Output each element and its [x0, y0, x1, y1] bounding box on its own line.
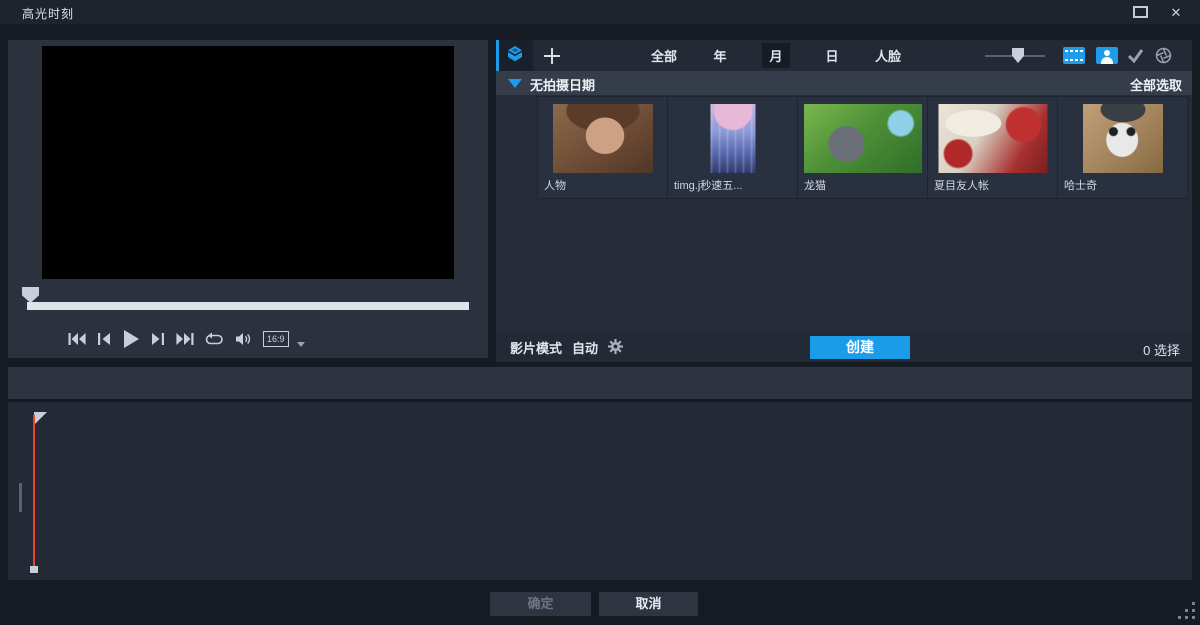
thumbnail-size-slider-handle[interactable] [1012, 48, 1024, 63]
skip-end-icon [176, 332, 194, 346]
next-frame-button[interactable] [151, 332, 165, 346]
timeline-area[interactable] [8, 402, 1192, 580]
create-button[interactable]: 创建 [810, 336, 910, 359]
thumbnail-image-husky [1083, 104, 1163, 173]
volume-icon [235, 332, 252, 346]
active-source-indicator [496, 40, 499, 71]
face-view-button[interactable] [1096, 47, 1118, 64]
library-footer: 影片模式 自动 创建 0 选择 [496, 333, 1192, 362]
timeline-marker-flag[interactable] [34, 412, 47, 425]
tab-face[interactable]: 人脸 [860, 40, 916, 71]
select-mode-button[interactable] [1127, 48, 1144, 63]
filmstrip-view-button[interactable] [1063, 47, 1085, 64]
skip-end-button[interactable] [176, 332, 194, 346]
aspect-ratio-button[interactable]: 16:9 [263, 331, 289, 347]
loop-button[interactable] [205, 332, 224, 347]
media-item-label: 夏目友人帐 [934, 177, 989, 193]
select-all-button[interactable]: 全部选取 [1130, 75, 1182, 94]
window-title: 高光时刻 [22, 5, 74, 22]
thumbnail-image-totoro [804, 104, 922, 173]
checkmark-icon [1127, 48, 1144, 63]
prev-frame-button[interactable] [97, 332, 111, 346]
resize-grip[interactable] [1175, 602, 1197, 621]
close-icon: ✕ [1171, 6, 1182, 19]
thumbnail-image-portrait [553, 104, 653, 173]
cancel-button[interactable]: 取消 [599, 592, 698, 616]
aspect-ratio-value: 16:9 [267, 334, 285, 344]
media-item-label: timg.j秒速五... [674, 177, 742, 193]
loop-icon [205, 332, 224, 347]
media-item[interactable]: 龙猫 [797, 96, 928, 199]
gear-icon [608, 339, 623, 357]
group-title: 无拍摄日期 [530, 75, 595, 94]
maximize-button[interactable] [1122, 0, 1158, 24]
library-toolbar: 全部 年 月 日 人脸 [496, 40, 1192, 71]
skip-start-icon [68, 332, 86, 346]
tab-month[interactable]: 月 [748, 40, 804, 71]
media-item[interactable]: 人物 [537, 96, 668, 199]
dropdown-caret-icon[interactable] [297, 342, 305, 347]
play-button[interactable] [122, 330, 140, 348]
ok-button[interactable]: 确定 [490, 592, 591, 616]
media-item[interactable]: timg.j秒速五... [667, 96, 798, 199]
media-item-label: 龙猫 [804, 177, 826, 193]
tab-year[interactable]: 年 [692, 40, 748, 71]
media-item-label: 哈士奇 [1064, 177, 1097, 193]
selected-count: 0 选择 [1143, 340, 1180, 359]
prev-frame-icon [97, 332, 111, 346]
video-preview[interactable] [42, 46, 454, 279]
media-item[interactable]: 夏目友人帐 [927, 96, 1058, 199]
next-frame-icon [151, 332, 165, 346]
window-controls: ✕ [1122, 0, 1194, 24]
seek-handle[interactable] [22, 287, 39, 303]
playback-controls: 16:9 [68, 324, 368, 354]
date-group-header[interactable]: 无拍摄日期 全部选取 [496, 71, 1192, 95]
filmstrip-icon [1063, 47, 1085, 64]
collapse-triangle-icon[interactable] [508, 79, 522, 88]
preview-panel: 16:9 [8, 40, 488, 358]
thumbnail-image-natsume [938, 104, 1047, 173]
skip-start-button[interactable] [68, 332, 86, 346]
maximize-icon [1133, 6, 1148, 18]
plus-icon [542, 53, 562, 70]
tab-day[interactable]: 日 [804, 40, 860, 71]
seek-bar[interactable] [27, 302, 469, 310]
library-source-button[interactable] [496, 40, 533, 71]
timeline-marker-end[interactable] [30, 566, 38, 573]
movie-mode-group: 影片模式 自动 [510, 333, 623, 362]
movie-mode-value[interactable]: 自动 [572, 338, 598, 357]
media-item-label: 人物 [544, 177, 566, 193]
date-filter-tabs: 全部 年 月 日 人脸 [636, 40, 916, 71]
play-icon [122, 330, 140, 348]
timeline-scrollbar[interactable] [19, 483, 22, 512]
volume-button[interactable] [235, 332, 252, 346]
shutter-icon [1155, 47, 1172, 64]
close-button[interactable]: ✕ [1158, 0, 1194, 24]
titlebar: 高光时刻 ✕ [0, 0, 1200, 24]
library-panel: 全部 年 月 日 人脸 [496, 40, 1192, 362]
face-icon [1096, 47, 1118, 64]
add-media-button[interactable] [542, 46, 562, 66]
movie-mode-label: 影片模式 [510, 338, 562, 357]
media-item[interactable]: 哈士奇 [1057, 96, 1188, 199]
mode-settings-button[interactable] [608, 339, 623, 357]
library-box-icon [506, 45, 524, 67]
shutter-button[interactable] [1155, 47, 1172, 64]
selected-media-tray[interactable] [8, 367, 1192, 399]
thumbnail-image-street [710, 104, 755, 173]
tab-all[interactable]: 全部 [636, 40, 692, 71]
thumbnail-grid: 人物 timg.j秒速五... 龙猫 夏目友人帐 哈士奇 [537, 96, 1187, 199]
timeline-marker-line[interactable] [33, 415, 35, 570]
